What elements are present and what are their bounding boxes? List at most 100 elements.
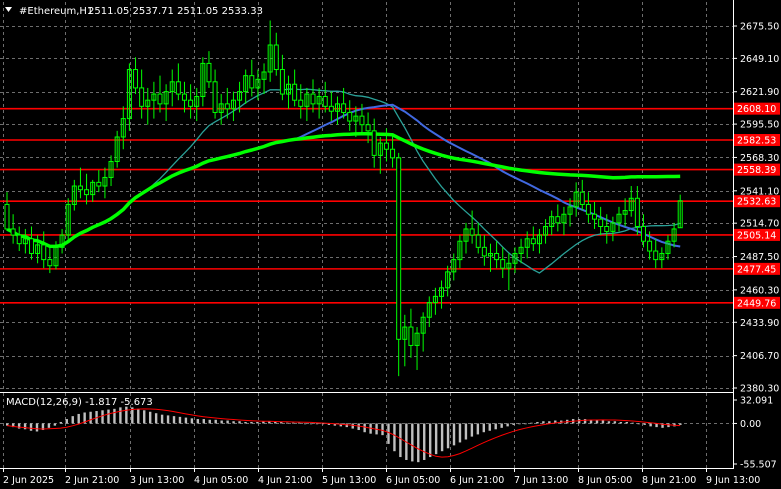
- macd-label: MACD(12,26,9) -1.817 -5.673: [6, 397, 153, 408]
- level-label: 2449.76: [737, 298, 776, 309]
- candle-body: [77, 185, 83, 191]
- candle-body: [47, 259, 53, 267]
- macd-bar: [125, 406, 128, 424]
- macd-bar: [500, 423, 503, 428]
- time-tick-label: 9 Jun 13:00: [706, 475, 760, 486]
- level-label: 2582.53: [737, 136, 776, 147]
- macd-bar: [166, 415, 170, 424]
- macd-bar: [71, 416, 74, 424]
- candle-body: [371, 130, 377, 156]
- macd-bar: [524, 423, 527, 425]
- macd-bar: [77, 413, 80, 424]
- price-tick-label: 2621.90: [740, 87, 779, 98]
- candle-body: [592, 213, 598, 220]
- price-tick-label: 2380.30: [740, 384, 779, 395]
- price-chart[interactable]: 2675.502649.102621.902595.502568.302541.…: [0, 0, 781, 489]
- macd-bar: [309, 423, 313, 425]
- time-tick-label: 3 Jun 13:00: [130, 475, 184, 486]
- macd-bar: [387, 423, 390, 444]
- macd-bar: [256, 421, 259, 424]
- candle-body: [359, 115, 365, 126]
- symbol-label: #Ethereum,H1: [19, 6, 93, 17]
- macd-bar: [363, 423, 366, 433]
- macd-bar: [482, 423, 486, 433]
- candle-body: [249, 75, 255, 89]
- macd-bar: [250, 421, 253, 424]
- candle-body: [322, 96, 328, 107]
- candle-body: [555, 216, 561, 224]
- time-tick-label: 6 Jun 21:00: [450, 475, 504, 486]
- candle-body: [530, 238, 536, 245]
- time-tick-label: 8 Jun 21:00: [642, 475, 696, 486]
- macd-bar: [208, 419, 211, 424]
- macd-bar: [446, 423, 450, 449]
- macd-bar: [607, 421, 611, 424]
- price-tick-label: 2433.90: [740, 318, 779, 329]
- macd-bar: [214, 419, 217, 424]
- candle-body: [500, 259, 506, 269]
- macd-bar: [643, 423, 646, 425]
- macd-bar: [357, 423, 360, 431]
- candle-body: [16, 234, 22, 245]
- macd-bar: [649, 423, 652, 427]
- macd-bar: [119, 407, 122, 424]
- macd-bar: [637, 423, 640, 425]
- candle-body: [634, 197, 640, 227]
- candle-body: [292, 83, 298, 101]
- macd-bar: [464, 423, 468, 440]
- level-label: 2608.10: [737, 104, 776, 115]
- macd-bar: [172, 416, 176, 424]
- price-tick-label: 2568.30: [740, 153, 779, 164]
- macd-bar: [470, 423, 474, 437]
- macd-bar: [625, 421, 628, 424]
- macd-bar: [143, 410, 146, 424]
- macd-bar: [59, 421, 63, 424]
- macd-bar: [47, 423, 51, 428]
- candle-body: [41, 244, 47, 261]
- candle-body: [640, 225, 646, 242]
- price-tick-label: 2487.50: [740, 252, 779, 263]
- time-tick-label: 2 Jun 2025: [3, 475, 54, 486]
- level-label: 2532.63: [737, 197, 776, 208]
- macd-bar: [23, 423, 27, 430]
- candle-body: [298, 99, 304, 107]
- macd-bar: [107, 409, 110, 424]
- candle-body: [10, 228, 16, 236]
- macd-bar: [202, 419, 205, 424]
- chart-background: [0, 0, 781, 489]
- macd-bar: [65, 419, 68, 424]
- macd-bar: [190, 418, 194, 424]
- candle-body: [469, 228, 475, 236]
- macd-bar: [393, 423, 396, 452]
- macd-bar: [178, 416, 182, 424]
- candle-body: [481, 246, 487, 257]
- macd-bar: [351, 423, 354, 429]
- candle-body: [598, 218, 604, 227]
- candle-body: [206, 62, 212, 83]
- candle-body: [604, 225, 610, 232]
- macd-bar: [137, 408, 140, 424]
- macd-bar: [452, 423, 456, 446]
- macd-bar: [274, 421, 277, 424]
- macd-bar: [29, 423, 33, 431]
- macd-bar: [113, 408, 116, 424]
- macd-bar: [220, 420, 223, 424]
- candle-body: [328, 105, 334, 112]
- macd-bar: [101, 410, 104, 424]
- macd-bar: [494, 423, 497, 430]
- candle-body: [273, 44, 279, 71]
- macd-bar: [679, 423, 682, 425]
- candle-body: [139, 87, 145, 107]
- macd-bar: [506, 423, 509, 427]
- macd-bar: [291, 422, 295, 424]
- candle-body: [585, 203, 591, 215]
- macd-bar: [548, 421, 551, 424]
- macd-bar: [160, 414, 164, 424]
- candle-body: [396, 157, 402, 340]
- time-tick-label: 8 Jun 05:00: [578, 475, 632, 486]
- time-tick-label: 4 Jun 05:00: [194, 475, 248, 486]
- candle-body: [188, 99, 194, 107]
- candle-body: [341, 103, 347, 113]
- macd-bar: [297, 422, 301, 424]
- candle-body: [175, 81, 181, 95]
